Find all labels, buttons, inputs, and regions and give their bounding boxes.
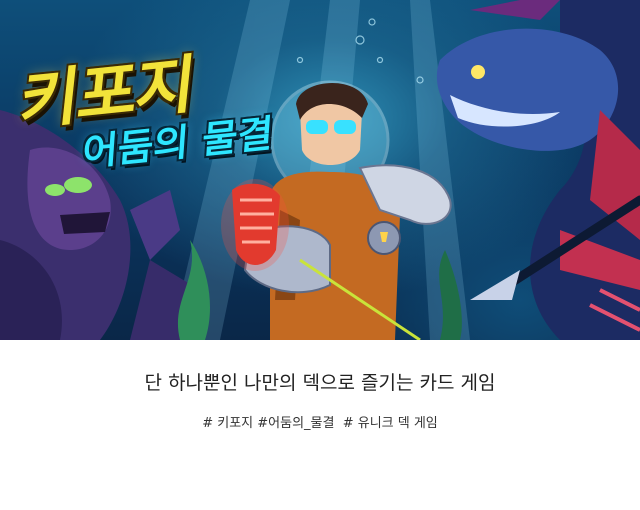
glowing-artifact [221, 179, 289, 271]
game-logo: 키포지 어둠의 물결 [14, 42, 294, 192]
hashtag-line: # 키포지 #어둠의_물결 # 유니크 덱 게임 [202, 416, 438, 431]
tagline-text: 단 하나뿐인 나만의 덱으로 즐기는 카드 게임 [144, 372, 496, 394]
right-sea-creature [436, 0, 640, 340]
promo-banner: 키포지 어둠의 물결 [0, 0, 640, 340]
